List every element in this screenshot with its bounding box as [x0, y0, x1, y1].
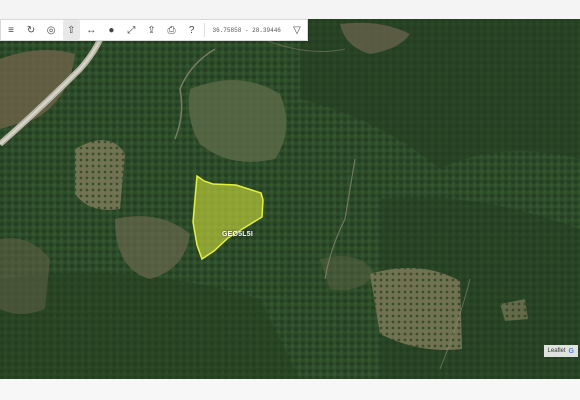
print-icon[interactable]: ⎙ — [163, 20, 180, 40]
help-icon[interactable]: ? — [183, 20, 200, 40]
satellite-map[interactable]: GEØ5L5I Leaflet G — [0, 19, 580, 379]
coordinate-readout: 36.75858 - 28.39446 — [212, 26, 281, 34]
point-glyph: ● — [108, 24, 115, 36]
pan-glyph: ⇧ — [67, 24, 76, 36]
help-glyph: ? — [188, 24, 195, 36]
upload-icon[interactable]: ⇪ — [143, 20, 160, 40]
locate-glyph: ◎ — [46, 24, 56, 36]
satellite-imagery — [0, 19, 580, 379]
toolbar-divider — [203, 23, 205, 37]
refresh-glyph: ↻ — [26, 24, 36, 36]
map-toolbar: ≡ ↻ ◎ ⇧ ↔ ● ⤢ ⇪ ⎙ ? 36.75858 - 28.39446 … — [0, 19, 308, 41]
parcel-label: GEØ5L5I — [222, 231, 253, 238]
leaflet-link[interactable]: Leaflet — [548, 348, 566, 354]
app-frame: GEØ5L5I Leaflet G ≡ ↻ ◎ ⇧ ↔ ● ⤢ ⇪ ⎙ ? 36… — [0, 0, 580, 400]
pan-icon[interactable]: ⇧ — [62, 20, 80, 40]
refresh-icon[interactable]: ↻ — [23, 20, 40, 40]
extent-glyph: ⤢ — [127, 24, 136, 36]
draw-point-icon[interactable]: ● — [103, 20, 120, 40]
print-glyph: ⎙ — [167, 24, 176, 36]
fit-extent-icon[interactable]: ⤢ — [123, 20, 140, 40]
map-attribution[interactable]: Leaflet G — [543, 345, 578, 357]
upload-glyph: ⇪ — [147, 24, 156, 36]
measure-line-icon[interactable]: ↔ — [83, 20, 100, 40]
measure-glyph: ↔ — [86, 24, 97, 36]
locate-icon[interactable]: ◎ — [43, 20, 60, 40]
chevron-down-icon[interactable]: ▽ — [288, 20, 305, 40]
menu-glyph: ▽ — [293, 24, 301, 36]
google-logo: G — [568, 347, 574, 355]
bottom-margin — [0, 379, 580, 400]
layers-icon[interactable]: ≡ — [3, 20, 20, 40]
layers-glyph: ≡ — [8, 24, 14, 36]
